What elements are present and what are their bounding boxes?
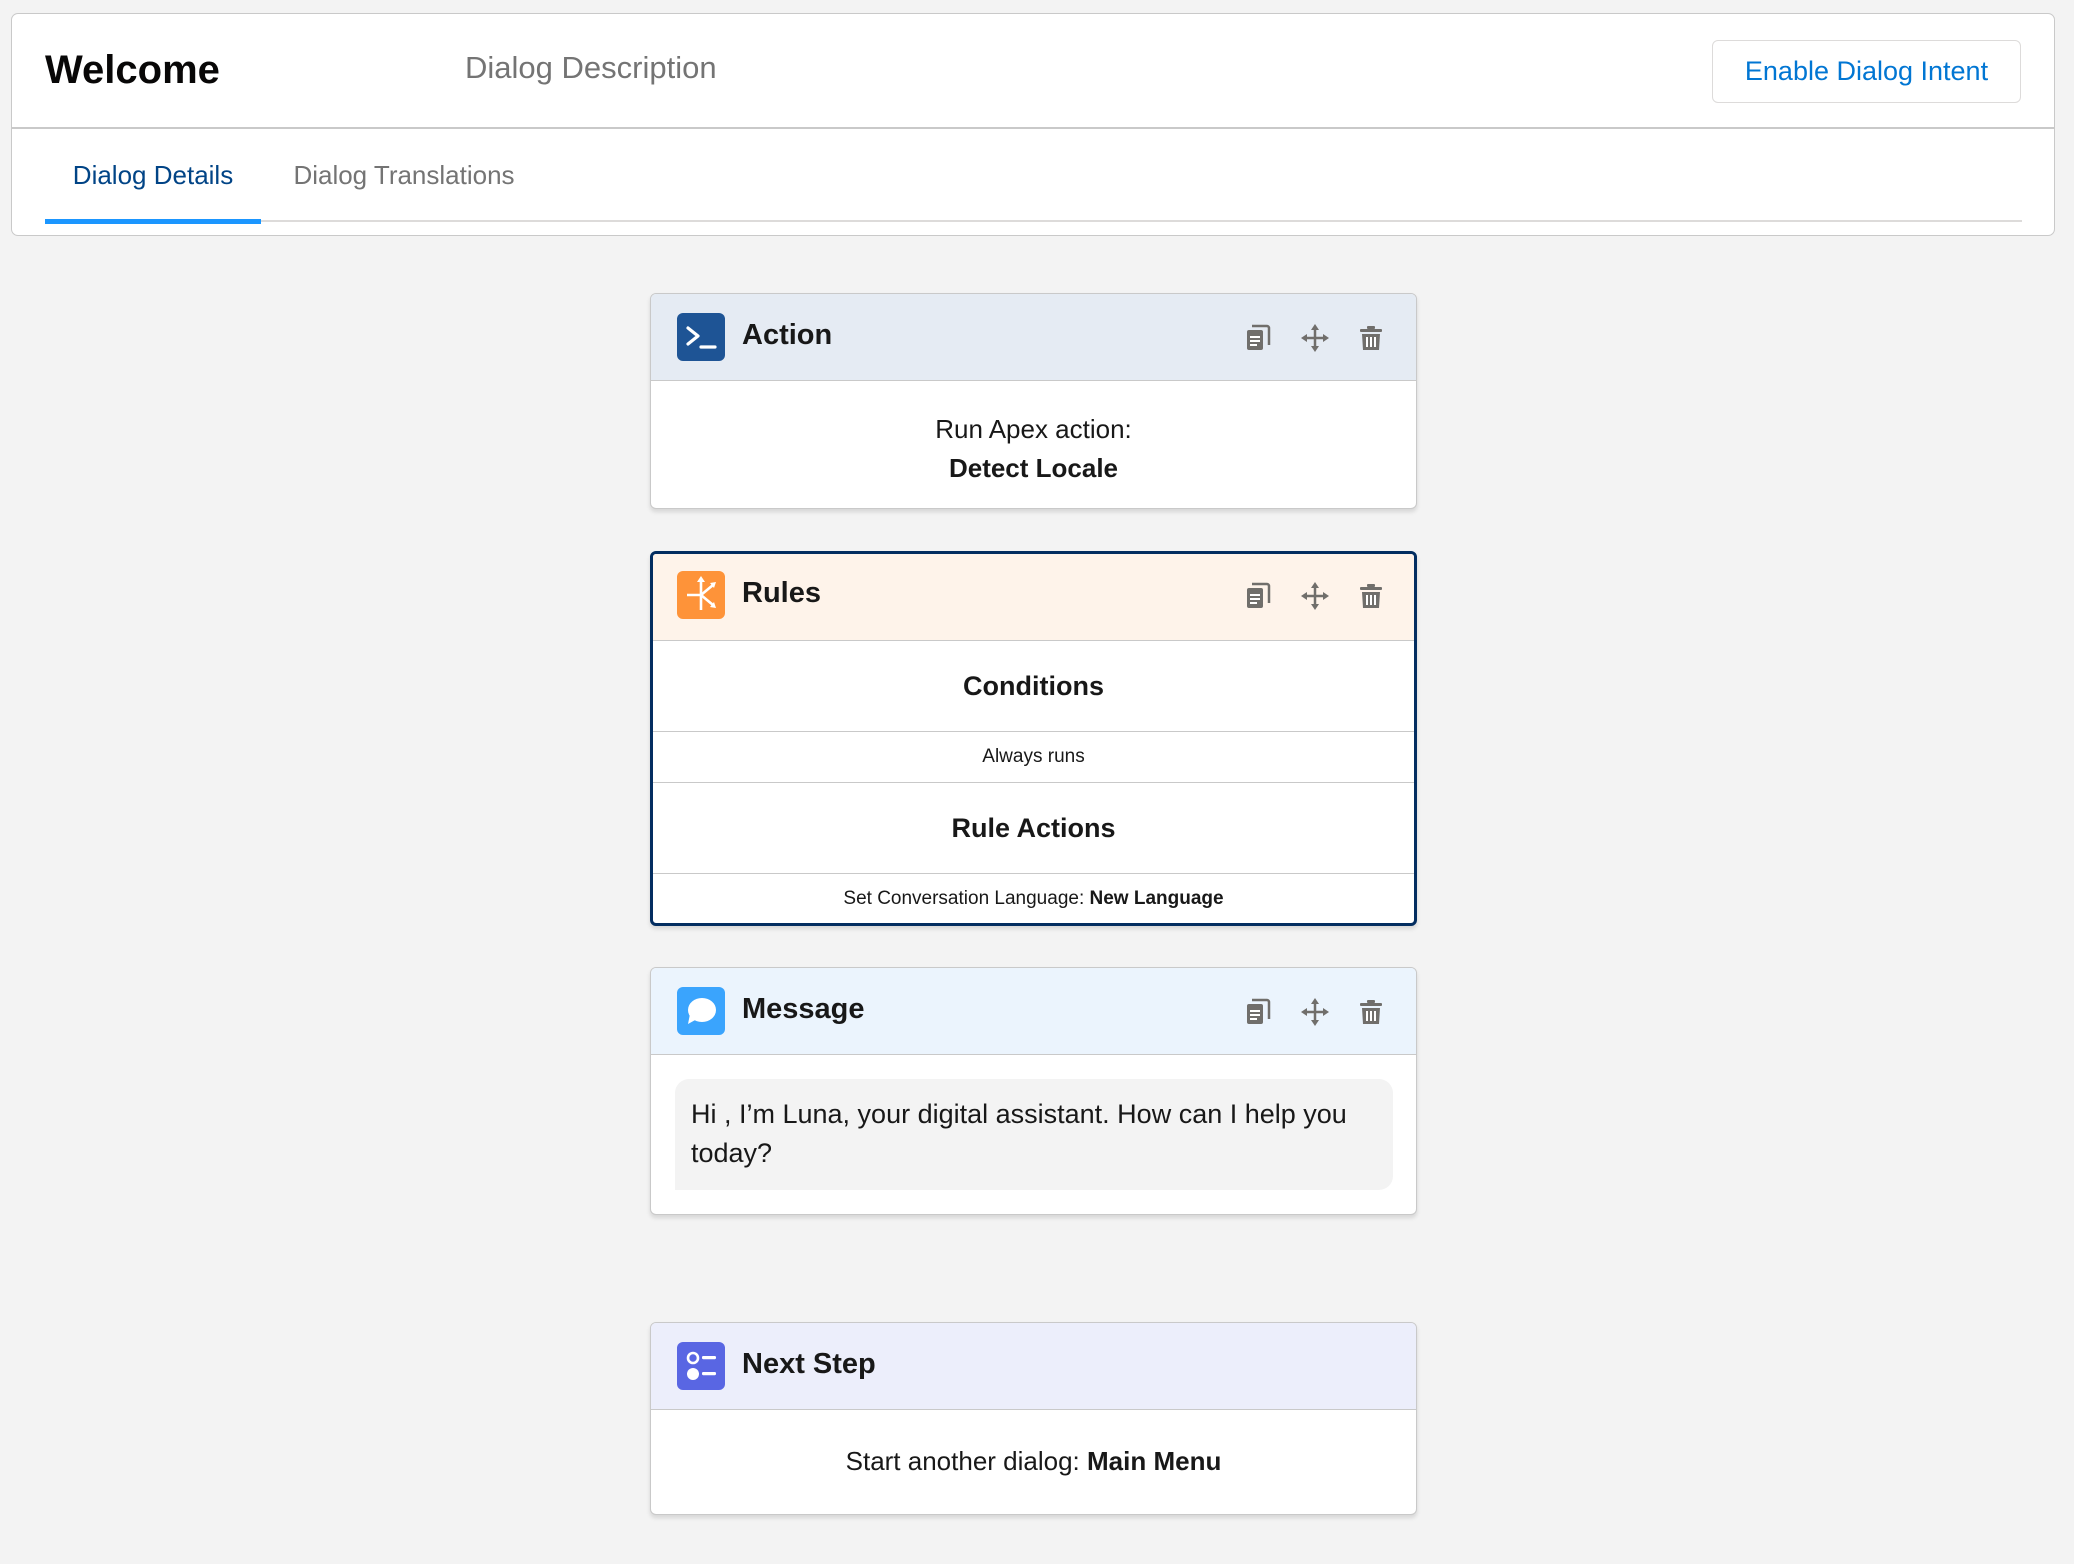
- next-step-header[interactable]: Next Step: [651, 1323, 1416, 1410]
- rules-actions-label: Rule Actions: [653, 783, 1414, 874]
- message-step-card[interactable]: Message Hi , I’m Luna, your digital assi…: [650, 967, 1417, 1215]
- trash-icon[interactable]: [1356, 323, 1386, 353]
- rules-action-value: New Language: [1089, 888, 1224, 909]
- copy-icon[interactable]: [1243, 581, 1273, 611]
- chat-bubble-icon: [677, 987, 725, 1035]
- action-step-body[interactable]: Run Apex action: Detect Locale: [651, 381, 1416, 507]
- move-icon[interactable]: [1300, 581, 1330, 611]
- move-icon[interactable]: [1300, 323, 1330, 353]
- next-step-icon: [677, 1342, 725, 1390]
- tab-dialog-translations[interactable]: Dialog Translations: [284, 129, 524, 222]
- dialog-title: Welcome: [45, 48, 220, 92]
- next-step-prefix: Start another dialog:: [845, 1446, 1080, 1476]
- action-step-line: Run Apex action:: [935, 414, 1132, 444]
- action-step-tools: [1221, 323, 1386, 353]
- message-step-title: Message: [742, 993, 865, 1025]
- next-step-title: Next Step: [742, 1348, 876, 1380]
- enable-dialog-intent-button[interactable]: Enable Dialog Intent: [1712, 40, 2021, 103]
- next-step-body[interactable]: Start another dialog: Main Menu: [651, 1410, 1416, 1513]
- rules-step-tools: [1221, 581, 1386, 611]
- action-step-header[interactable]: Action: [651, 294, 1416, 381]
- dialog-header: Welcome Dialog Description Enable Dialog…: [11, 13, 2055, 236]
- rules-step-title: Rules: [742, 577, 821, 609]
- rules-conditions-label: Conditions: [653, 641, 1414, 732]
- action-step-card[interactable]: Action Run Apex action: Detect Locale: [650, 293, 1417, 509]
- tab-dialog-details[interactable]: Dialog Details: [45, 129, 261, 224]
- trash-icon[interactable]: [1356, 581, 1386, 611]
- trash-icon[interactable]: [1356, 997, 1386, 1027]
- rules-step-card[interactable]: Rules Conditions Always runs Rule Action…: [650, 551, 1417, 926]
- rules-action-prefix: Set Conversation Language:: [843, 888, 1085, 909]
- action-step-apex-name: Detect Locale: [948, 453, 1119, 483]
- rules-action-item: Set Conversation Language: New Language: [653, 874, 1414, 923]
- action-step-title: Action: [742, 319, 833, 351]
- rules-step-header[interactable]: Rules: [653, 554, 1414, 641]
- next-step-dialog-name: Main Menu: [1087, 1446, 1222, 1476]
- dialog-tabs: Dialog Details Dialog Translations: [45, 129, 2022, 224]
- terminal-icon: [677, 313, 725, 361]
- move-icon[interactable]: [1300, 997, 1330, 1027]
- message-step-tools: [1221, 997, 1386, 1027]
- rules-conditions-value: Always runs: [653, 732, 1414, 783]
- message-bubble: Hi , I’m Luna, your digital assistant. H…: [675, 1079, 1393, 1190]
- dialog-description[interactable]: Dialog Description: [465, 50, 717, 86]
- decision-icon: [677, 571, 725, 619]
- copy-icon[interactable]: [1243, 323, 1273, 353]
- dialog-header-top: Welcome Dialog Description Enable Dialog…: [12, 14, 2054, 129]
- message-step-header[interactable]: Message: [651, 968, 1416, 1055]
- copy-icon[interactable]: [1243, 997, 1273, 1027]
- next-step-card[interactable]: Next Step Start another dialog: Main Men…: [650, 1322, 1417, 1515]
- message-step-body[interactable]: Hi , I’m Luna, your digital assistant. H…: [651, 1055, 1416, 1213]
